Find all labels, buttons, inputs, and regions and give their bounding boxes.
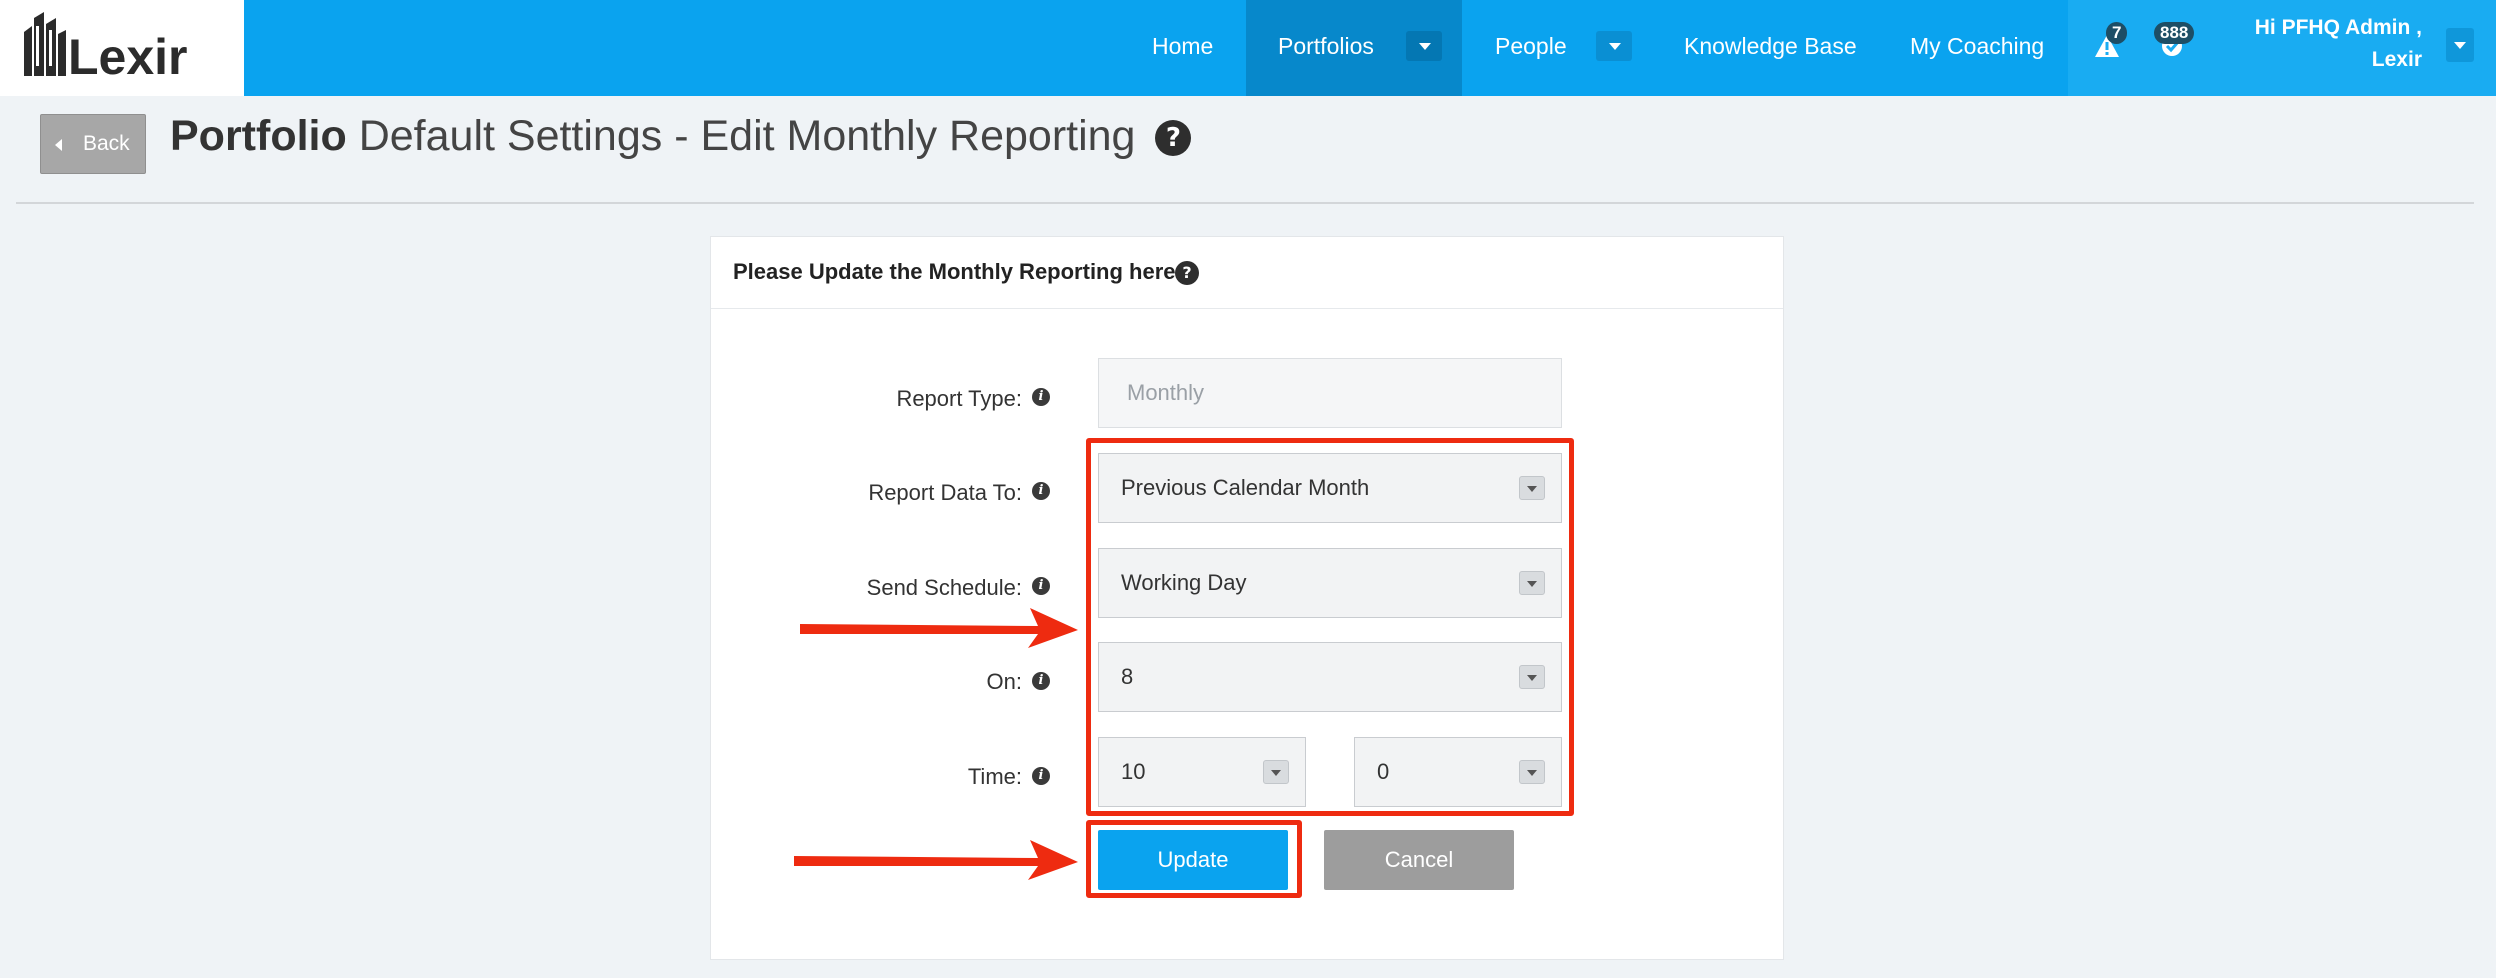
red-arrow-icon: [800, 608, 1078, 648]
nav-portfolios[interactable]: Portfolios: [1278, 0, 1374, 96]
red-arrow-icon: [794, 840, 1078, 880]
alerts-count-badge: 7: [2106, 22, 2128, 44]
panel-help-icon[interactable]: ?: [1175, 261, 1199, 285]
report-type-label: Report Type:: [896, 386, 1022, 411]
header-divider: [16, 202, 2474, 204]
report-type-info-icon[interactable]: i: [1032, 388, 1050, 406]
back-button[interactable]: Back: [40, 114, 146, 174]
cancel-button[interactable]: Cancel: [1324, 830, 1514, 890]
time-info-icon[interactable]: i: [1032, 767, 1050, 785]
update-highlight-box: [1086, 820, 1302, 898]
report-type-field: Monthly: [1098, 358, 1562, 428]
fields-highlight-box: [1086, 438, 1574, 816]
logo-text: Lexir: [68, 29, 188, 80]
nav-my-coaching[interactable]: My Coaching: [1910, 0, 2044, 96]
page-title: Portfolio Default Settings - Edit Monthl…: [170, 112, 1192, 161]
portfolios-dropdown-toggle[interactable]: [1406, 31, 1442, 61]
top-navbar: Lexir Home Portfolios People Knowledge B…: [0, 0, 2496, 96]
user-name: Lexir: [2371, 48, 2422, 71]
report-data-to-label: Report Data To:: [868, 480, 1022, 505]
panel-heading: Please Update the Monthly Reporting here…: [733, 259, 1183, 284]
user-greeting[interactable]: Hi PFHQ Admin , Lexir: [2255, 12, 2422, 76]
back-label: Back: [83, 132, 130, 155]
nav-knowledge-base[interactable]: Knowledge Base: [1684, 0, 1857, 96]
panel-header: Please Update the Monthly Reporting here…: [711, 237, 1783, 309]
title-help-icon[interactable]: ?: [1155, 120, 1192, 156]
on-info-icon[interactable]: i: [1032, 672, 1050, 690]
page-title-rest: Default Settings - Edit Monthly Reportin…: [346, 112, 1136, 160]
greeting-text: Hi PFHQ Admin ,: [2254, 16, 2422, 39]
logo[interactable]: Lexir: [0, 0, 244, 96]
user-menu-toggle[interactable]: [2446, 28, 2474, 62]
time-label: Time:: [967, 764, 1022, 789]
building-logo-icon: Lexir: [24, 12, 188, 80]
send-schedule-info-icon[interactable]: i: [1032, 577, 1050, 595]
nav-people[interactable]: People: [1495, 0, 1567, 96]
tasks-count-badge: 888: [2154, 22, 2195, 44]
people-dropdown-toggle[interactable]: [1596, 31, 1632, 61]
on-label: On:: [986, 669, 1022, 694]
nav-home[interactable]: Home: [1152, 0, 1213, 96]
report-data-to-info-icon[interactable]: i: [1032, 482, 1050, 500]
page-title-bold: Portfolio: [170, 112, 347, 160]
send-schedule-label: Send Schedule:: [866, 575, 1022, 600]
